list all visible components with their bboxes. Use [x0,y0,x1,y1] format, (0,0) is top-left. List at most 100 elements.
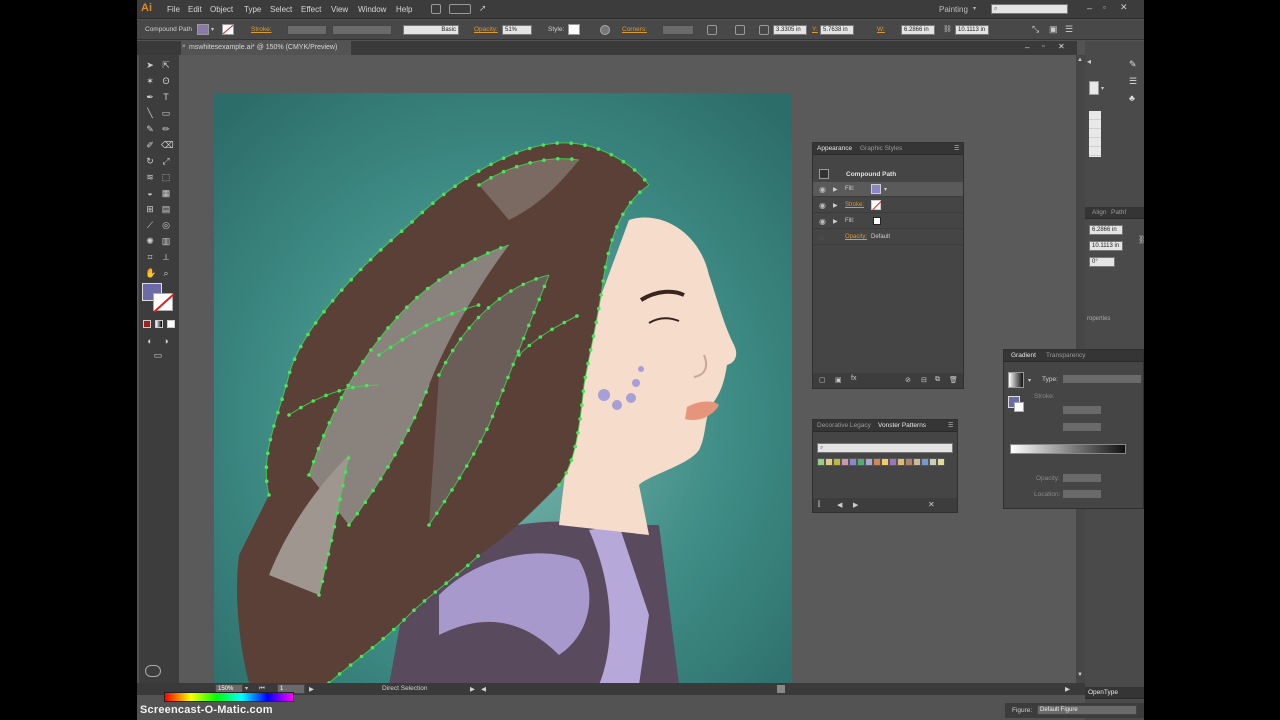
gradient-thumbnail[interactable] [1008,372,1024,388]
anchor-point[interactable] [272,424,276,428]
anchor-point[interactable] [431,201,435,205]
anchor-point[interactable] [557,483,561,487]
gradient-opacity-field[interactable] [1062,473,1102,483]
clear-appearance-icon[interactable]: ⊘ [905,376,911,384]
anchor-point[interactable] [471,452,476,456]
anchor-point[interactable] [333,408,337,412]
stroke-row-label[interactable]: Stroke: [845,202,864,208]
anchor-point[interactable] [266,451,270,456]
artboard-tool-icon[interactable]: ⌗ [145,252,155,262]
tab-decorative-legacy[interactable]: Decorative Legacy [817,422,871,429]
anchor-point[interactable] [580,403,584,407]
anchor-point[interactable] [361,359,365,364]
pencil-tool-icon[interactable]: ✏ [161,124,171,134]
opacity-row-label[interactable]: Opacity: [845,234,867,240]
anchor-point[interactable] [591,334,596,339]
arrange-documents-icon[interactable] [449,4,471,14]
appearance-row-stroke[interactable]: ◉ ▶ Stroke: [813,198,963,213]
anchor-point[interactable] [326,552,331,556]
anchor-point[interactable] [562,320,567,325]
zoom-dropdown-icon[interactable]: ▾ [245,685,248,692]
line-tool-icon[interactable]: ╲ [145,108,155,118]
doc-minimize-icon[interactable]: – [1025,43,1029,52]
anchor-point[interactable] [339,395,344,400]
anchor-point[interactable] [550,327,554,332]
add-effect-icon[interactable]: fx [851,375,856,382]
brushes-icon[interactable]: ✎ [1129,59,1137,70]
anchor-point[interactable] [335,511,340,515]
anchor-point[interactable] [410,220,414,224]
visibility-eye-icon[interactable]: ◉ [819,201,826,210]
anchor-point[interactable] [284,384,288,388]
anchor-point[interactable] [632,168,637,172]
maximize-icon[interactable]: ▫ [1103,3,1106,12]
anchor-point[interactable] [509,289,513,293]
anchor-point[interactable] [527,323,531,328]
anchor-point[interactable] [412,330,417,335]
anchor-point[interactable] [463,307,467,311]
anchor-point[interactable] [420,210,425,215]
y-field[interactable]: 5.7638 in [820,25,854,35]
anchor-point[interactable] [324,393,328,398]
scroll-right-icon[interactable]: ▶ [1065,685,1070,693]
expand-arrow-icon[interactable]: ▶ [833,218,838,225]
anchor-point[interactable] [578,417,582,421]
anchor-point[interactable] [368,257,373,262]
gradient-angle-field[interactable] [1062,405,1102,415]
symbol-sprayer-icon[interactable]: ✺ [145,236,155,246]
anchor-point[interactable] [597,306,601,311]
menu-view[interactable]: View [331,5,348,14]
transform-each-icon[interactable]: ⤡ [1032,24,1039,35]
canvas-area[interactable]: Appearance Graphic Styles ☰ Compound Pat… [179,55,1077,683]
gradient-type-select[interactable] [1062,374,1142,384]
anchor-point[interactable] [363,500,368,505]
gradient-presets-dropdown-icon[interactable]: ▾ [1028,377,1031,384]
panel-options-icon[interactable]: ☰ [954,145,959,152]
swatch-search-input[interactable]: ⌕ [817,443,953,453]
anchor-point[interactable] [348,663,353,667]
anchor-point[interactable] [381,636,385,641]
anchor-point[interactable] [517,353,521,357]
expand-arrow-icon[interactable]: ▶ [833,202,838,209]
anchor-point[interactable] [371,488,375,493]
anchor-point[interactable] [379,248,383,252]
tab-transparency[interactable]: Transparency [1046,352,1086,359]
anchor-point[interactable] [527,343,532,348]
swatch-libraries-menu-icon[interactable]: ⫿ [818,501,820,509]
gradient-tool-icon[interactable]: ▤ [161,204,171,214]
anchor-point[interactable] [476,315,481,320]
anchor-point[interactable] [418,403,423,407]
anchor-point[interactable] [377,337,381,341]
anchor-point[interactable] [415,295,419,300]
anchor-point[interactable] [359,654,364,659]
x-field[interactable]: 3.3305 in [773,25,807,35]
anchor-point[interactable] [528,161,532,165]
next-library-icon[interactable]: ▶ [853,501,858,509]
anchor-point[interactable] [516,349,521,354]
anchor-point[interactable] [341,483,345,488]
anchor-point[interactable] [280,397,284,402]
anchor-point[interactable] [581,389,586,394]
anchor-point[interactable] [576,431,580,435]
free-transform-icon[interactable]: ⬚ [161,172,171,182]
draw-normal-icon[interactable]: ◐ [145,336,155,346]
opacity-field[interactable]: 51% [502,25,532,35]
anchor-point[interactable] [395,315,399,320]
anchor-point[interactable] [323,566,328,570]
gradient-mode-icon[interactable] [155,320,163,328]
brush-field[interactable]: Basic [403,25,459,35]
doc-maximize-icon[interactable]: ▫ [1042,43,1044,50]
perspective-grid-icon[interactable]: ▦ [161,188,171,198]
menu-select[interactable]: Select [270,5,292,14]
anchor-point[interactable] [511,362,515,367]
anchor-point[interactable] [467,326,472,330]
graphic-styles-icon[interactable]: ♣ [1129,93,1135,103]
anchor-point[interactable] [583,143,587,147]
w-field[interactable]: 6.2866 in [901,25,935,35]
reduce-to-basic-icon[interactable]: ⊟ [921,376,927,384]
anchor-point[interactable] [346,456,351,460]
anchor-point[interactable] [642,178,647,182]
align-icon[interactable] [707,25,717,35]
eraser-tool-icon[interactable]: ⌫ [161,140,174,150]
anchor-point[interactable] [534,277,538,281]
